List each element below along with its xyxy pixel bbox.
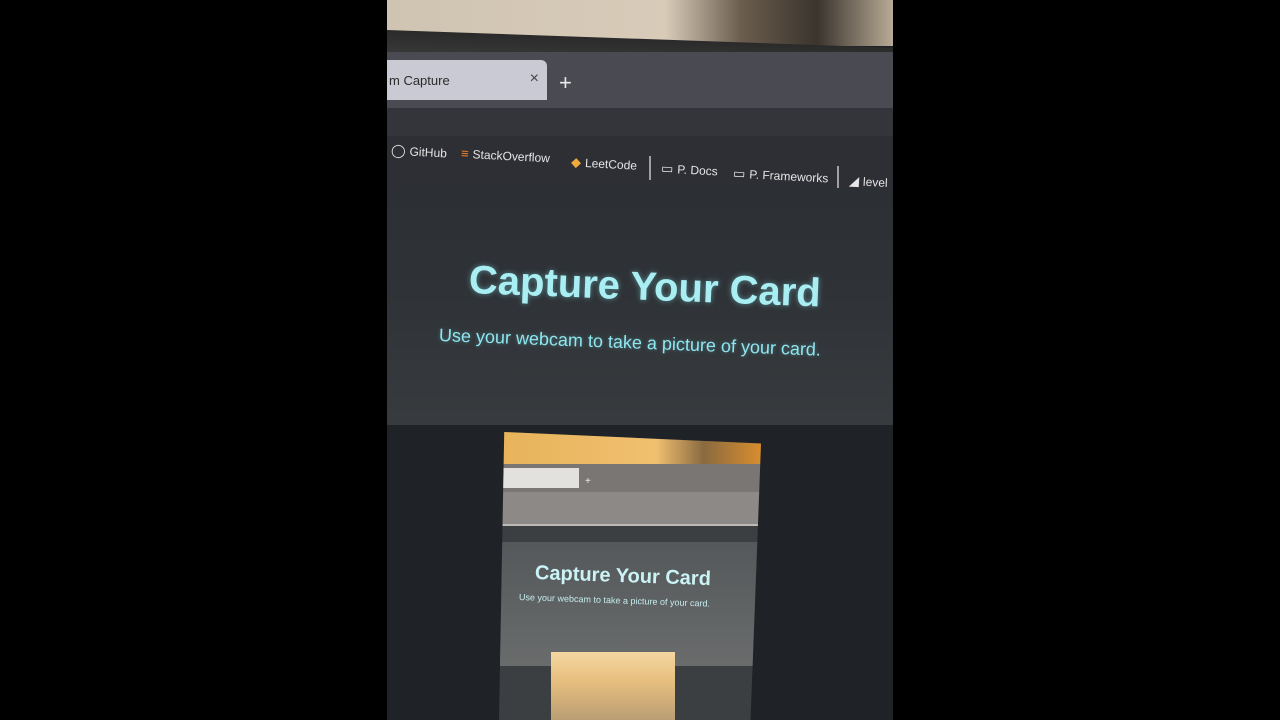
- preview-inner-frame: [551, 652, 675, 720]
- bookmark-leetcode[interactable]: ◆ LeetCode: [571, 154, 638, 173]
- bookmark-separator: [649, 156, 651, 180]
- bookmark-github[interactable]: ◯ GitHub: [391, 143, 448, 162]
- preview-bookmarks-bar: [499, 492, 761, 526]
- github-icon: ◯: [390, 142, 406, 159]
- browser-tab[interactable]: m Capture ×: [387, 60, 547, 100]
- bookmark-p-frameworks[interactable]: ▭ P. Frameworks: [733, 166, 829, 187]
- bookmarks-bar: ◯ GitHub ≡ StackOverflow ◆ LeetCode ▭ P.…: [387, 136, 893, 190]
- bookmark-label: P. Docs: [676, 162, 719, 179]
- tab-title: m Capture: [389, 72, 450, 88]
- page-header: [387, 188, 893, 458]
- webcam-preview: + Capture Your Card Use your webcam to t…: [499, 432, 761, 720]
- stackoverflow-icon: ≡: [460, 145, 470, 162]
- bookmark-label: P. Frameworks: [748, 167, 829, 186]
- bookmark-stackoverflow[interactable]: ≡ StackOverflow: [461, 146, 551, 166]
- monitor-photo: m Capture × + ◯ GitHub ≡ StackOverflow ◆…: [387, 0, 893, 720]
- bookmark-separator: [837, 166, 839, 190]
- new-tab-button[interactable]: +: [559, 72, 572, 94]
- close-icon[interactable]: ×: [530, 70, 539, 88]
- bookmark-label: StackOverflow: [472, 146, 551, 165]
- camera-frame: m Capture × + ◯ GitHub ≡ StackOverflow ◆…: [0, 0, 1280, 720]
- folder-icon: ▭: [660, 160, 674, 177]
- bookmark-label: LeetCode: [584, 156, 638, 173]
- preview-tab: [499, 468, 579, 488]
- bookmark-p-docs[interactable]: ▭ P. Docs: [661, 161, 719, 180]
- browser-toolbar: [387, 108, 893, 138]
- preview-plus-icon: +: [585, 476, 591, 487]
- folder-icon: ▭: [732, 165, 746, 182]
- leetcode-icon: ◆: [570, 154, 582, 170]
- bookmark-label: GitHub: [409, 144, 448, 161]
